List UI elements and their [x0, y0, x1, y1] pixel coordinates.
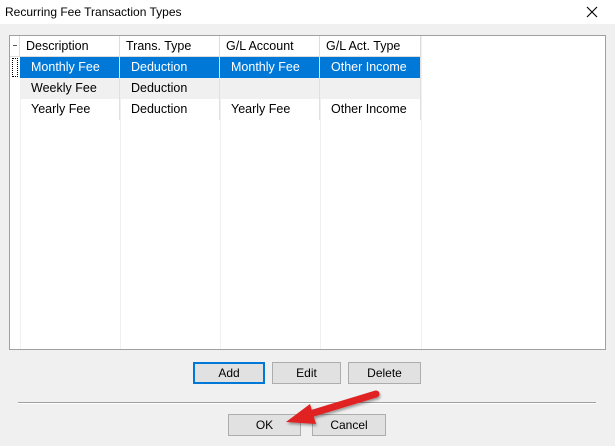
red-arrow-icon	[286, 390, 380, 424]
grid-header: Description Trans. Type G/L Account G/L …	[10, 36, 422, 57]
close-icon	[586, 6, 598, 18]
column-header-description[interactable]: Description	[20, 36, 120, 57]
add-button[interactable]: Add	[193, 362, 265, 384]
cell-description[interactable]: Monthly Fee	[20, 57, 120, 78]
cell-gl-act-type[interactable]	[320, 78, 421, 99]
cell-trans-type[interactable]: Deduction	[120, 57, 220, 78]
column-header-gl-act-type[interactable]: G/L Act. Type	[320, 36, 421, 57]
cell-description[interactable]: Yearly Fee	[20, 99, 120, 120]
column-header-trans-type[interactable]: Trans. Type	[120, 36, 220, 57]
table-row[interactable]: Weekly Fee Deduction	[10, 78, 422, 99]
cell-description[interactable]: Weekly Fee	[20, 78, 120, 99]
row-focus-indicator	[10, 57, 20, 78]
cell-trans-type[interactable]: Deduction	[120, 78, 220, 99]
cell-trans-type[interactable]: Deduction	[120, 99, 220, 120]
cell-gl-account[interactable]: Monthly Fee	[220, 57, 320, 78]
table-row[interactable]: Yearly Fee Deduction Yearly Fee Other In…	[10, 99, 422, 120]
row-header-corner	[10, 36, 20, 57]
title-bar: Recurring Fee Transaction Types	[0, 0, 615, 24]
cell-gl-account[interactable]: Yearly Fee	[220, 99, 320, 120]
delete-button[interactable]: Delete	[348, 362, 421, 384]
cell-gl-act-type[interactable]: Other Income	[320, 99, 421, 120]
table-row[interactable]: Monthly Fee Deduction Monthly Fee Other …	[10, 57, 422, 78]
window-title: Recurring Fee Transaction Types	[5, 5, 182, 19]
cell-gl-act-type[interactable]: Other Income	[320, 57, 421, 78]
close-button[interactable]	[569, 0, 615, 24]
cell-gl-account[interactable]	[220, 78, 320, 99]
transaction-types-grid[interactable]: Description Trans. Type G/L Account G/L …	[9, 35, 606, 350]
column-header-gl-account[interactable]: G/L Account	[220, 36, 320, 57]
edit-button[interactable]: Edit	[272, 362, 341, 384]
